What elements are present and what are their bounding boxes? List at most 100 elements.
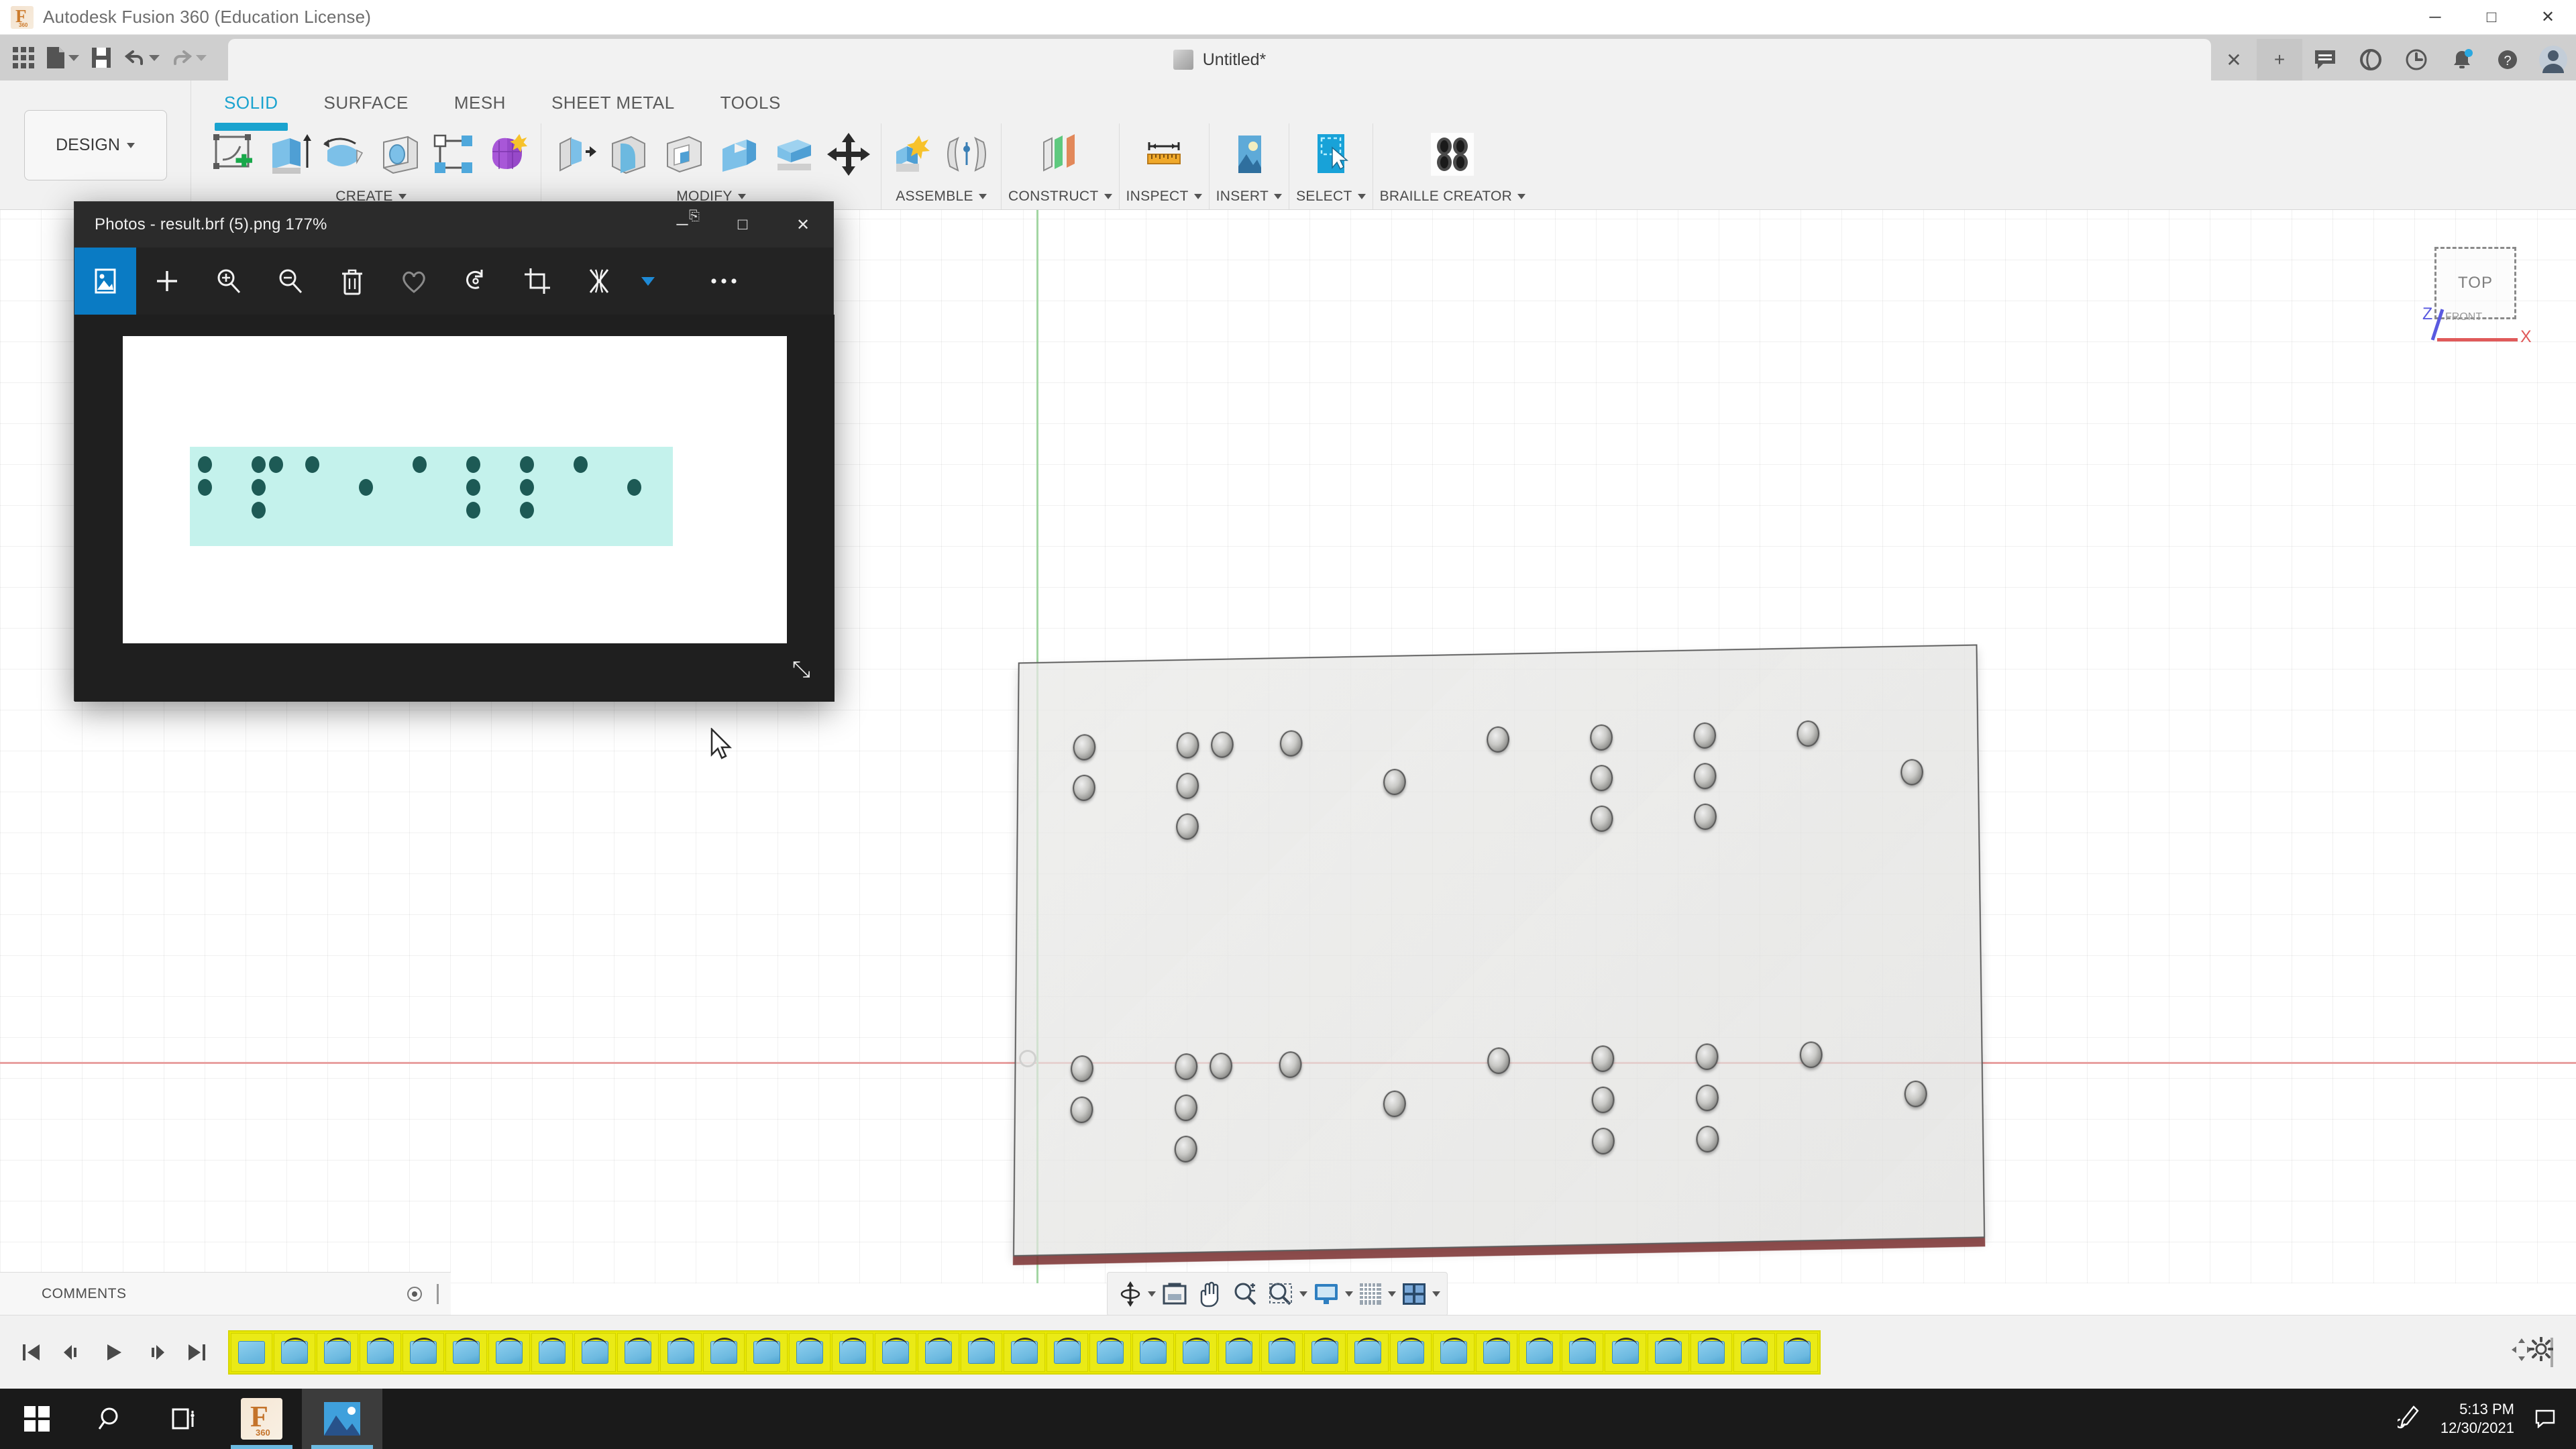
photos-canvas[interactable]: ⤡ bbox=[74, 315, 835, 702]
ribbon-tab-sheet-metal[interactable]: SHEET METAL bbox=[529, 85, 698, 120]
timeline-feature-node[interactable] bbox=[445, 1332, 487, 1372]
tool-rectangular-pattern[interactable] bbox=[428, 129, 479, 180]
add-to-button[interactable] bbox=[136, 248, 198, 315]
photos-maximize-button[interactable]: □ bbox=[712, 202, 773, 248]
timeline-feature-node[interactable] bbox=[1390, 1332, 1432, 1372]
comments-icon[interactable] bbox=[2302, 39, 2348, 80]
document-tab-close-button[interactable]: ✕ bbox=[2211, 39, 2257, 80]
workspace-switcher[interactable]: DESIGN bbox=[0, 80, 191, 210]
notifications-icon[interactable] bbox=[2439, 39, 2485, 80]
app-grid-button[interactable] bbox=[8, 38, 39, 77]
display-settings-caret-icon[interactable] bbox=[1345, 1291, 1353, 1297]
rotate-button[interactable] bbox=[445, 248, 506, 315]
grid-snaps-button[interactable] bbox=[1354, 1276, 1387, 1312]
timeline-settings-icon[interactable] bbox=[2528, 1336, 2554, 1367]
photos-window[interactable]: Photos - result.brf (5).png 177% ⎘ ─ □ ✕ bbox=[74, 201, 835, 759]
see-more-button[interactable] bbox=[693, 248, 755, 315]
tool-create-form[interactable] bbox=[483, 129, 534, 180]
look-at-button[interactable] bbox=[1157, 1276, 1192, 1312]
view-image-button[interactable] bbox=[74, 248, 136, 315]
timeline-play[interactable] bbox=[102, 1338, 126, 1367]
ribbon-tab-surface[interactable]: SURFACE bbox=[301, 85, 431, 120]
tool-select-window[interactable] bbox=[1305, 129, 1356, 180]
timeline-step-back[interactable] bbox=[60, 1338, 85, 1367]
tool-extrude[interactable] bbox=[263, 129, 314, 180]
recent-icon[interactable] bbox=[2394, 39, 2439, 80]
crop-button[interactable] bbox=[506, 248, 568, 315]
new-file-button[interactable] bbox=[42, 38, 83, 77]
edit-enhance-button[interactable] bbox=[568, 248, 630, 315]
search-button[interactable] bbox=[74, 1389, 148, 1449]
window-maximize-button[interactable]: □ bbox=[2463, 0, 2520, 35]
zoom-in-button[interactable] bbox=[198, 248, 260, 315]
timeline-feature-node[interactable] bbox=[1476, 1332, 1517, 1372]
viewports-caret-icon[interactable] bbox=[1432, 1291, 1440, 1297]
tool-joint[interactable] bbox=[943, 129, 994, 180]
timeline-feature-node[interactable] bbox=[1776, 1332, 1818, 1372]
timeline-feature-node[interactable] bbox=[274, 1332, 315, 1372]
view-cube-box[interactable]: TOP bbox=[2434, 247, 2516, 319]
timeline-feature-node[interactable] bbox=[875, 1332, 916, 1372]
timeline-feature-node[interactable] bbox=[1648, 1332, 1689, 1372]
taskbar-app-photos[interactable] bbox=[302, 1389, 382, 1449]
timeline-go-to-beginning[interactable] bbox=[19, 1338, 43, 1367]
timeline-feature-node[interactable] bbox=[832, 1332, 873, 1372]
tool-create-sketch[interactable] bbox=[208, 129, 259, 180]
photos-close-button[interactable]: ✕ bbox=[773, 202, 833, 248]
timeline-feature-node[interactable] bbox=[360, 1332, 401, 1372]
timeline-feature-node[interactable] bbox=[918, 1332, 959, 1372]
ribbon-panel-inspect-label[interactable]: INSPECT bbox=[1126, 185, 1202, 208]
timeline-feature-node[interactable] bbox=[488, 1332, 530, 1372]
orbit-tool-button[interactable] bbox=[1114, 1276, 1146, 1312]
new-document-tab-button[interactable]: + bbox=[2257, 39, 2302, 80]
braille-plate-model[interactable] bbox=[1012, 644, 1986, 1265]
timeline-feature-node[interactable] bbox=[531, 1332, 573, 1372]
comments-status-icon[interactable] bbox=[407, 1286, 422, 1301]
window-close-button[interactable]: ✕ bbox=[2520, 0, 2576, 35]
edit-enhance-caret-icon[interactable] bbox=[630, 248, 666, 315]
timeline-feature-node[interactable] bbox=[617, 1332, 659, 1372]
timeline-feature-node[interactable] bbox=[1347, 1332, 1389, 1372]
tool-new-component[interactable] bbox=[888, 129, 939, 180]
grid-snaps-caret-icon[interactable] bbox=[1388, 1291, 1396, 1297]
tool-hole[interactable] bbox=[373, 129, 424, 180]
zoom-out-button[interactable] bbox=[260, 248, 321, 315]
timeline-feature-node[interactable] bbox=[789, 1332, 830, 1372]
timeline-step-forward[interactable] bbox=[144, 1338, 168, 1367]
favorite-button[interactable] bbox=[383, 248, 445, 315]
ribbon-panel-braille-creator-label[interactable]: BRAILLE CREATOR bbox=[1380, 185, 1526, 208]
timeline-feature-node[interactable] bbox=[961, 1332, 1002, 1372]
timeline-feature-node[interactable] bbox=[1690, 1332, 1732, 1372]
start-button[interactable] bbox=[0, 1389, 74, 1449]
timeline-feature-node[interactable] bbox=[574, 1332, 616, 1372]
delete-button[interactable] bbox=[321, 248, 383, 315]
tool-insert-image[interactable] bbox=[1224, 129, 1275, 180]
ribbon-panel-construct-label[interactable]: CONSTRUCT bbox=[1008, 185, 1112, 208]
ribbon-panel-select-label[interactable]: SELECT bbox=[1296, 185, 1366, 208]
timeline-feature-node[interactable] bbox=[1218, 1332, 1260, 1372]
timeline-go-to-end[interactable] bbox=[185, 1338, 209, 1367]
tool-combine[interactable] bbox=[713, 129, 764, 180]
timeline-feature-node[interactable] bbox=[1261, 1332, 1303, 1372]
save-button[interactable] bbox=[86, 38, 117, 77]
timeline-track[interactable] bbox=[228, 1330, 1821, 1375]
comments-resize-grip[interactable] bbox=[437, 1283, 439, 1304]
account-avatar[interactable] bbox=[2530, 39, 2576, 80]
document-tab-untitled[interactable]: Untitled* bbox=[228, 39, 2211, 80]
timeline-feature-node[interactable] bbox=[1605, 1332, 1646, 1372]
timeline-feature-node[interactable] bbox=[746, 1332, 788, 1372]
timeline-feature-node[interactable] bbox=[1089, 1332, 1131, 1372]
redo-button[interactable] bbox=[166, 38, 211, 77]
timeline-feature-node[interactable] bbox=[1175, 1332, 1217, 1372]
timeline-feature-node[interactable] bbox=[1433, 1332, 1474, 1372]
photos-titlebar[interactable]: Photos - result.brf (5).png 177% ⎘ ─ □ ✕ bbox=[74, 202, 833, 248]
display-settings-button[interactable] bbox=[1309, 1276, 1344, 1312]
action-center-icon[interactable] bbox=[2534, 1407, 2556, 1432]
photos-minimize-button[interactable]: ─ bbox=[652, 202, 712, 248]
taskbar-app-fusion360[interactable]: F 360 bbox=[221, 1389, 302, 1449]
zoom-window-caret-icon[interactable] bbox=[1299, 1291, 1307, 1297]
tool-offset-plane[interactable] bbox=[1034, 129, 1085, 180]
orbit-caret-icon[interactable] bbox=[1148, 1291, 1156, 1297]
undo-button[interactable] bbox=[119, 38, 164, 77]
timeline-feature-node[interactable] bbox=[402, 1332, 444, 1372]
